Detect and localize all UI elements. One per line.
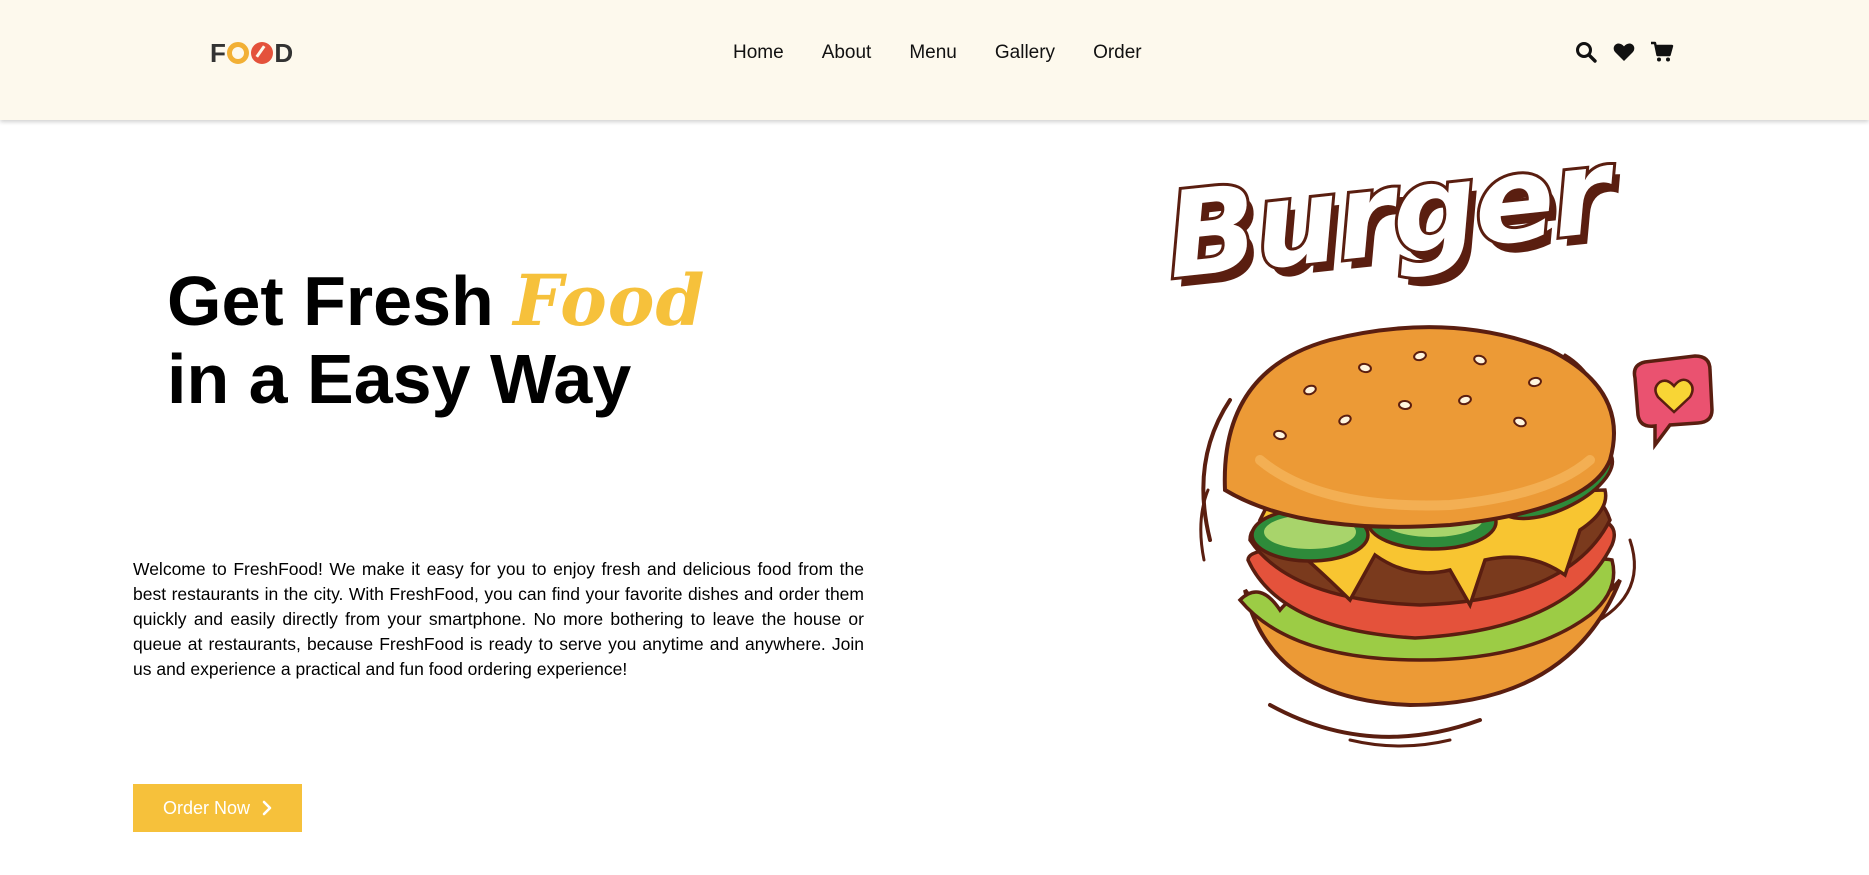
brand-logo[interactable]: F D	[210, 38, 294, 68]
heart-icon[interactable]	[1612, 40, 1636, 64]
nav-about[interactable]: About	[822, 40, 872, 66]
search-icon[interactable]	[1574, 40, 1598, 64]
nav-order[interactable]: Order	[1093, 40, 1142, 66]
site-header: F D Home About Menu Gallery Order	[0, 0, 1869, 120]
nav-home[interactable]: Home	[733, 40, 784, 66]
cart-icon[interactable]	[1650, 40, 1674, 64]
hero-description: Welcome to FreshFood! We make it easy fo…	[133, 559, 864, 679]
hero-title: Get Fresh Food in a Easy Way	[167, 259, 706, 419]
header-actions	[1574, 40, 1674, 64]
chevron-right-icon	[262, 800, 272, 816]
nav-gallery[interactable]: Gallery	[995, 40, 1055, 66]
order-now-button[interactable]: Order Now	[133, 784, 302, 832]
order-now-label: Order Now	[162, 797, 251, 818]
hero-title-line2: in a Easy Way	[167, 340, 632, 418]
hero-title-accent: Food	[513, 259, 706, 342]
hero-title-part1: Get Fresh	[167, 262, 514, 340]
main-nav: Home About Menu Gallery Order	[733, 40, 1180, 66]
logo-ring-icon	[227, 42, 250, 64]
nav-menu[interactable]: Menu	[909, 40, 957, 66]
logo-plate-icon	[251, 42, 274, 64]
